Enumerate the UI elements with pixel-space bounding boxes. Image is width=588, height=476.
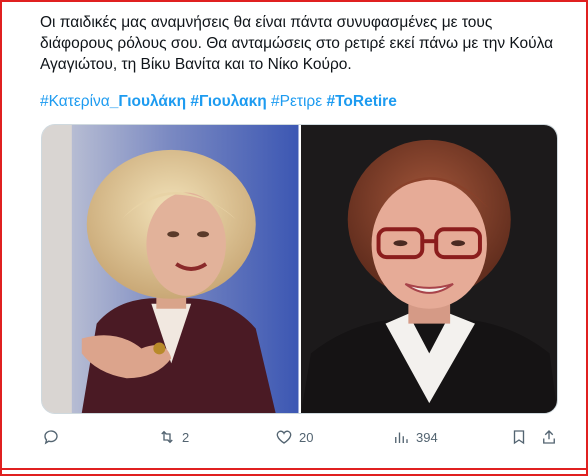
retweet-count: 2: [182, 429, 190, 445]
retweet-button[interactable]: 2: [158, 426, 189, 448]
media-grid: [41, 124, 558, 414]
photo-right[interactable]: [300, 125, 557, 413]
hashtag-katerina[interactable]: #Κατερίνα_Γιουλάκη: [40, 93, 186, 110]
heart-icon: [276, 430, 292, 444]
like-count: 20: [299, 429, 314, 445]
hashtag-toretire[interactable]: #ToRetire: [326, 93, 396, 110]
hashtag-line: #Κατερίνα_Γιουλάκη #Γιουλακη #Ρετιρε #To…: [40, 91, 397, 112]
hashtag-gioulaki[interactable]: #Γιουλακη: [190, 93, 266, 110]
like-button[interactable]: 20: [275, 426, 313, 448]
retweet-icon: [161, 430, 173, 444]
photo-left[interactable]: [42, 125, 299, 413]
action-bar: 2 20 394: [40, 426, 560, 450]
views-button[interactable]: 394: [392, 426, 438, 448]
reply-button[interactable]: [42, 426, 66, 448]
bottom-red-border: [0, 468, 588, 470]
tweet-text-line-1: Οι παιδικές μας αναμνήσεις θα είναι πάντ…: [40, 14, 493, 31]
tweet-text-line-2: διάφορους ρόλους σου. Θα ανταμώσεις στο …: [40, 35, 554, 52]
portrait-right-image: [300, 125, 557, 413]
tweet-text: Οι παιδικές μας αναμνήσεις θα είναι πάντ…: [40, 12, 560, 75]
bookmark-button[interactable]: [510, 426, 528, 448]
views-chart-icon: [395, 432, 408, 443]
portrait-left-image: [42, 125, 299, 413]
share-icon: [543, 430, 555, 444]
views-count: 394: [416, 429, 438, 445]
bookmark-icon: [513, 430, 525, 445]
tweet-text-line-3: Αγαγιώτου, τη Βίκυ Βανίτα και το Νίκο Κο…: [40, 56, 352, 73]
hashtag-retire-greek[interactable]: #Ρετιρε: [271, 93, 322, 110]
reply-icon: [44, 430, 58, 445]
share-button[interactable]: [540, 426, 558, 448]
